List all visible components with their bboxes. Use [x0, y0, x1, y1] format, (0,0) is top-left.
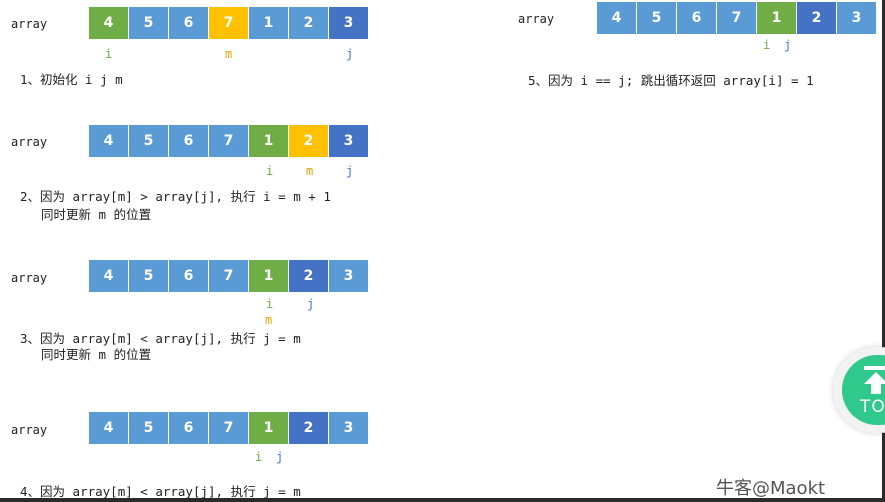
arrow-up-icon [864, 366, 885, 394]
array-cell: 6 [169, 125, 208, 157]
array-cell: 2 [289, 412, 328, 444]
array-cell: 3 [329, 412, 368, 444]
array-cell: 2 [289, 7, 328, 39]
array-label: array [11, 271, 48, 285]
array-row-step-2: 4567123 [89, 125, 369, 157]
pointer-i: i [763, 38, 771, 52]
array-row-step-3: 4567123 [89, 260, 369, 292]
array-cell: 5 [129, 412, 168, 444]
back-to-top-label: TO [860, 397, 885, 417]
array-cell: 4 [89, 260, 128, 292]
array-row-step-4: 4567123 [89, 412, 369, 444]
array-cell: 5 [129, 125, 168, 157]
array-cell: 3 [329, 7, 368, 39]
array-cell: 1 [249, 125, 288, 157]
array-cell: 1 [249, 7, 288, 39]
array-label: array [11, 135, 48, 149]
array-cell: 4 [89, 7, 128, 39]
pointer-m: m [225, 47, 233, 61]
back-to-top-button[interactable]: TO [833, 347, 885, 433]
pointer-j: j [346, 47, 354, 61]
step-4-text: 4、因为 array[m] < array[j], 执行 j = m [20, 484, 301, 499]
array-cell: 6 [677, 2, 716, 34]
pointer-m: m [265, 313, 273, 327]
array-cell: 3 [329, 125, 368, 157]
pointer-i: i [255, 450, 263, 464]
array-cell: 1 [249, 412, 288, 444]
pointer-j: j [276, 450, 284, 464]
array-cell: 3 [329, 260, 368, 292]
array-cell: 7 [209, 125, 248, 157]
array-cell: 4 [89, 125, 128, 157]
pointer-i: i [105, 47, 113, 61]
step-2-text: 2、因为 array[m] > array[j], 执行 i = m + 1 [20, 189, 331, 204]
array-cell: 2 [289, 125, 328, 157]
array-cell: 4 [89, 412, 128, 444]
pointer-j: j [346, 164, 354, 178]
array-cell: 6 [169, 7, 208, 39]
pointer-j: j [784, 38, 792, 52]
array-cell: 5 [129, 7, 168, 39]
step-3-subtext: 同时更新 m 的位置 [41, 347, 152, 362]
step-1-text: 1、初始化 i j m [20, 72, 123, 87]
array-row-step-5: 4567123 [597, 2, 877, 34]
array-cell: 3 [837, 2, 876, 34]
pointer-i: i [266, 164, 274, 178]
array-label: array [518, 12, 555, 26]
array-label: array [11, 423, 48, 437]
array-cell: 7 [209, 7, 248, 39]
array-cell: 7 [209, 260, 248, 292]
array-row-step-1: 4567123 [89, 7, 369, 39]
array-cell: 6 [169, 412, 208, 444]
array-cell: 2 [797, 2, 836, 34]
array-cell: 6 [169, 260, 208, 292]
array-cell: 4 [597, 2, 636, 34]
array-cell: 5 [637, 2, 676, 34]
watermark: 牛客@Maokt [716, 478, 826, 499]
step-2-subtext: 同时更新 m 的位置 [41, 207, 152, 222]
array-cell: 7 [717, 2, 756, 34]
step-5-text: 5、因为 i == j; 跳出循环返回 array[i] = 1 [528, 73, 814, 88]
pointer-j: j [307, 297, 315, 311]
array-cell: 1 [249, 260, 288, 292]
array-cell: 5 [129, 260, 168, 292]
pointer-i: i [266, 297, 274, 311]
array-cell: 1 [757, 2, 796, 34]
array-cell: 2 [289, 260, 328, 292]
array-cell: 7 [209, 412, 248, 444]
pointer-m: m [306, 164, 314, 178]
array-label: array [11, 17, 48, 31]
